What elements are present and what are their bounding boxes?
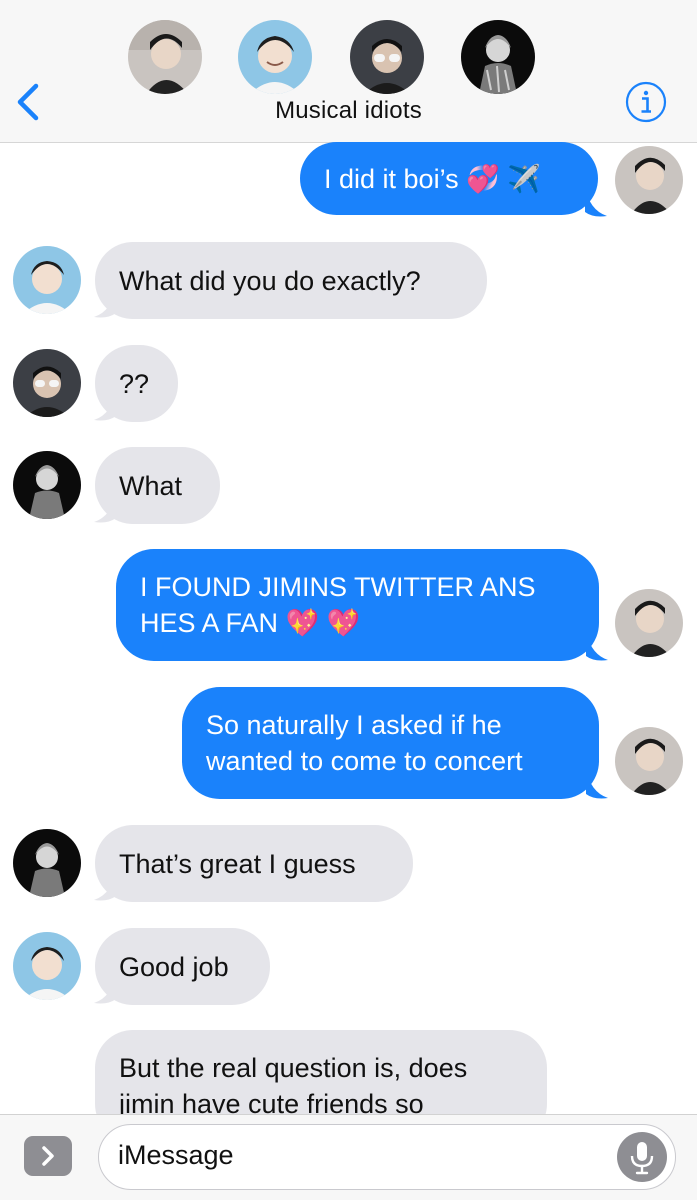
- sender-avatar-3[interactable]: [13, 349, 81, 417]
- bubble-tail: [586, 630, 608, 661]
- message-text: That’s great I guess: [119, 848, 356, 879]
- message-text-line: HES A FAN 💖 💖: [140, 608, 361, 638]
- person-icon: [13, 349, 81, 417]
- person-icon: [128, 20, 202, 94]
- message-text: What: [119, 470, 183, 501]
- message-text: I did it boi’s 💞 ✈️: [324, 163, 541, 194]
- message-bubble-outgoing[interactable]: I did it boi’s 💞 ✈️: [300, 142, 598, 215]
- message-text: Good job: [119, 951, 229, 982]
- info-icon[interactable]: [625, 81, 667, 123]
- message-bubble-incoming[interactable]: What did you do exactly?: [95, 242, 487, 319]
- participant-avatar-3[interactable]: [350, 20, 424, 94]
- person-icon: [615, 146, 683, 214]
- message-bubble-outgoing[interactable]: So naturally I asked if he wanted to com…: [182, 687, 599, 799]
- person-icon: [13, 829, 81, 897]
- bubble-tail: [585, 186, 607, 217]
- person-icon: [13, 246, 81, 314]
- message-bubble-incoming[interactable]: ??: [95, 345, 178, 422]
- sender-avatar-1[interactable]: [615, 589, 683, 657]
- message-bubble-incoming[interactable]: Good job: [95, 928, 270, 1005]
- bubble-tail: [586, 768, 608, 799]
- message-text-line: So naturally I asked if he: [206, 710, 502, 740]
- message-text-line: wanted to come to concert: [206, 746, 523, 776]
- participant-avatar-2[interactable]: [238, 20, 312, 94]
- message-text-line: I FOUND JIMINS TWITTER ANS: [140, 572, 536, 602]
- chevron-right-icon: [42, 1146, 54, 1166]
- participant-avatar-4[interactable]: [461, 20, 535, 94]
- sender-avatar-4[interactable]: [13, 451, 81, 519]
- person-icon: [238, 20, 312, 94]
- apps-button[interactable]: [24, 1136, 72, 1176]
- person-icon: [13, 932, 81, 1000]
- participant-avatar-1[interactable]: [128, 20, 202, 94]
- person-icon: [461, 20, 535, 94]
- conversation-title[interactable]: Musical idiots: [0, 97, 697, 125]
- person-icon: [615, 589, 683, 657]
- sender-avatar-1[interactable]: [615, 727, 683, 795]
- microphone-icon: [630, 1142, 654, 1175]
- sender-avatar-2[interactable]: [13, 932, 81, 1000]
- person-icon: [615, 727, 683, 795]
- message-bubble-incoming[interactable]: That’s great I guess: [95, 825, 413, 902]
- sender-avatar-1[interactable]: [615, 146, 683, 214]
- message-bubble-incoming[interactable]: What: [95, 447, 220, 524]
- sender-avatar-2[interactable]: [13, 246, 81, 314]
- sender-avatar-4[interactable]: [13, 829, 81, 897]
- person-icon: [350, 20, 424, 94]
- message-text-line: But the real question is, does: [119, 1053, 468, 1083]
- message-bubble-outgoing[interactable]: I FOUND JIMINS TWITTER ANS HES A FAN 💖 💖: [116, 549, 599, 661]
- person-icon: [13, 451, 81, 519]
- message-text: ??: [119, 368, 150, 399]
- microphone-button[interactable]: [617, 1132, 667, 1182]
- message-text: What did you do exactly?: [119, 265, 421, 296]
- message-input-placeholder: iMessage: [118, 1140, 234, 1170]
